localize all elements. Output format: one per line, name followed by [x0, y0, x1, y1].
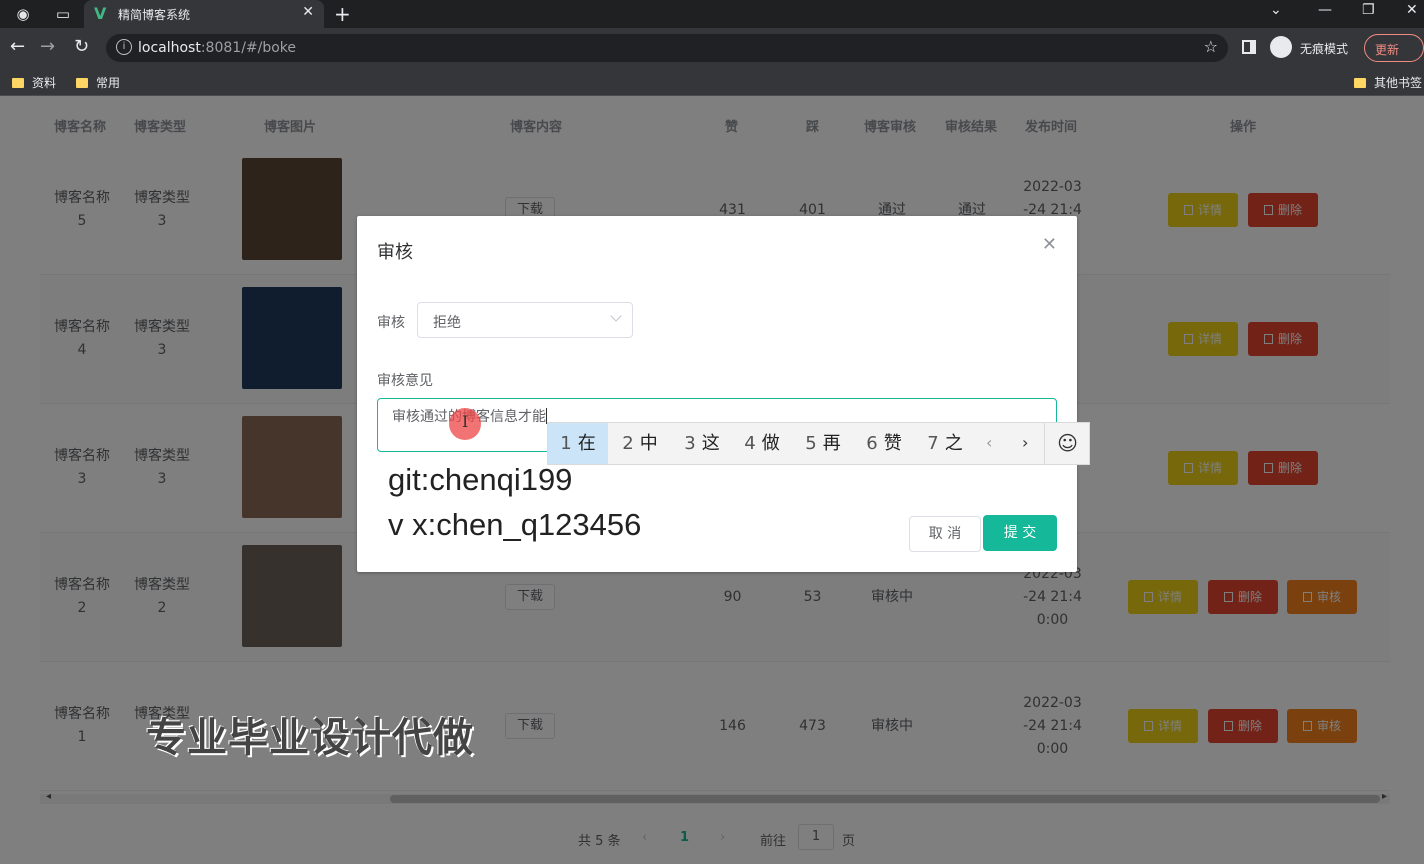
side-panel-icon[interactable] — [1242, 40, 1256, 54]
bookmark-folder-ziliao[interactable]: 资料 — [12, 74, 56, 91]
bookmark-label: 资料 — [32, 76, 57, 90]
review-select[interactable]: 拒绝 — [417, 302, 633, 338]
site-info-icon[interactable]: i — [116, 39, 132, 55]
candidate-number: 1 — [560, 433, 572, 454]
candidate-number: 3 — [684, 433, 696, 454]
vue-logo-icon: V — [94, 4, 107, 23]
folder-icon — [76, 78, 88, 88]
review-field-label: 审核 — [377, 315, 405, 331]
address-toolbar: ← → ↻ i localhost:8081/#/boke ☆ 无痕模式 更新 — [0, 28, 1424, 68]
candidate-char: 做 — [761, 433, 780, 454]
ime-candidate-5[interactable]: 5再 — [793, 423, 853, 464]
back-icon[interactable]: ← — [10, 36, 25, 57]
ime-candidate-4[interactable]: 4做 — [732, 423, 792, 464]
folder-icon — [12, 78, 24, 88]
bookmark-folder-changyong[interactable]: 常用 — [76, 74, 120, 91]
tab-search-icon[interactable]: ▭ — [52, 4, 74, 24]
minimize-icon[interactable]: — — [1318, 2, 1332, 18]
cancel-button[interactable]: 取 消 — [909, 516, 981, 552]
ime-candidate-bar: 1在 2中 3这 4做 5再 6赞 7之 ‹ › ☺ — [547, 422, 1090, 465]
tab-title: 精简博客系统 — [118, 8, 191, 22]
ime-candidate-3[interactable]: 3这 — [672, 423, 732, 464]
folder-icon — [1354, 78, 1366, 88]
candidate-number: 2 — [622, 433, 634, 454]
candidate-char: 之 — [944, 433, 963, 454]
overlay-contact-text: v x:chen_q123456 — [388, 507, 642, 542]
submit-button[interactable]: 提 交 — [983, 515, 1057, 551]
bookmark-label: 常用 — [96, 76, 121, 90]
chevron-down-icon — [610, 310, 622, 322]
tab-close-icon[interactable]: ✕ — [302, 4, 314, 20]
review-select-value: 拒绝 — [433, 315, 461, 331]
candidate-number: 7 — [927, 433, 939, 454]
ime-candidate-2[interactable]: 2中 — [610, 423, 670, 464]
candidate-char: 赞 — [883, 433, 902, 454]
candidate-number: 5 — [805, 433, 817, 454]
ime-candidate-7[interactable]: 7之 — [915, 423, 975, 464]
overlay-git-text: git:chenqi199 — [388, 462, 573, 497]
browser-menu-icon[interactable]: ◉ — [12, 4, 34, 24]
url-text: localhost:8081/#/boke — [138, 40, 296, 56]
close-icon[interactable]: ✕ — [1042, 234, 1057, 255]
ime-candidate-1[interactable]: 1在 — [548, 423, 608, 464]
watermark-text: 专业毕业设计代做 — [146, 715, 474, 761]
candidate-char: 再 — [822, 433, 841, 454]
ime-prev-page-icon[interactable]: ‹ — [986, 433, 992, 452]
candidate-char: 在 — [577, 433, 596, 454]
incognito-label: 无痕模式 — [1300, 42, 1349, 56]
candidate-char: 这 — [701, 433, 720, 454]
forward-icon[interactable]: → — [40, 36, 55, 57]
address-bar[interactable]: i localhost:8081/#/boke ☆ — [106, 34, 1228, 62]
incognito-icon[interactable] — [1270, 36, 1292, 58]
tab-list-icon[interactable]: ⌄ — [1270, 2, 1282, 18]
candidate-number: 4 — [744, 433, 756, 454]
ime-candidate-6[interactable]: 6赞 — [854, 423, 914, 464]
close-window-icon[interactable]: ✕ — [1406, 2, 1418, 18]
dialog-title: 审核 — [377, 242, 413, 263]
emoji-icon[interactable]: ☺ — [1044, 423, 1090, 464]
other-bookmarks[interactable]: 其他书签 — [1354, 74, 1422, 91]
opinion-field-label: 审核意见 — [377, 373, 433, 389]
restore-icon[interactable]: ❐ — [1362, 2, 1375, 18]
url-host: localhost — [138, 40, 201, 56]
bookmark-star-icon[interactable]: ☆ — [1204, 37, 1218, 56]
browser-tab-strip: ◉ ▭ V 精简博客系统 ✕ + ⌄ — ❐ ✕ — [0, 0, 1424, 28]
ibeam-cursor-icon: I — [462, 412, 469, 431]
update-button[interactable]: 更新 — [1364, 34, 1424, 62]
bookmarks-bar: 资料 常用 其他书签 — [0, 68, 1424, 96]
other-bookmarks-label: 其他书签 — [1374, 76, 1423, 90]
reload-icon[interactable]: ↻ — [74, 36, 89, 57]
candidate-char: 中 — [639, 433, 658, 454]
browser-tab[interactable]: V 精简博客系统 ✕ — [84, 0, 324, 28]
ime-next-page-icon[interactable]: › — [1022, 433, 1028, 452]
new-tab-icon[interactable]: + — [334, 2, 351, 26]
candidate-number: 6 — [866, 433, 878, 454]
url-path: :8081/#/boke — [200, 40, 297, 56]
